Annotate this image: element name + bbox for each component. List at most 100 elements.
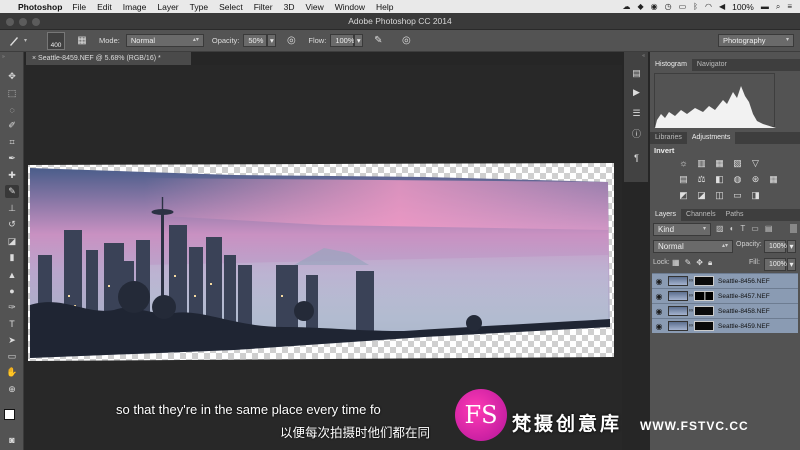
layer-row[interactable]: ◉ ∞ Seattle-8456.NEF — [652, 273, 798, 288]
foreground-color-swatch[interactable] — [4, 409, 15, 420]
tab-histogram[interactable]: Histogram — [650, 59, 692, 71]
wifi-icon[interactable]: ◠ — [705, 2, 712, 11]
canvas-area[interactable] — [24, 65, 622, 450]
menu-view[interactable]: View — [305, 2, 323, 12]
blend-mode-select[interactable]: Normal ▴▾ — [653, 240, 733, 253]
curves-icon[interactable]: ▦ — [714, 158, 725, 168]
app-menu[interactable]: Photoshop — [18, 2, 62, 12]
history-panel-icon[interactable]: ▤ — [630, 67, 643, 79]
posterize-icon[interactable]: ◪ — [696, 190, 707, 200]
layer-mask-thumbnail[interactable] — [694, 306, 714, 316]
zoom-tool-icon[interactable]: ⊕ — [5, 383, 19, 396]
menu-3d[interactable]: 3D — [284, 2, 295, 12]
layer-mask-thumbnail[interactable] — [694, 291, 714, 301]
shape-filter-icon[interactable]: ▭ — [751, 224, 759, 233]
blur-tool-icon[interactable]: ▲ — [5, 268, 19, 281]
search-icon[interactable]: ⌕ — [776, 2, 780, 12]
dodge-tool-icon[interactable]: ● — [5, 284, 19, 297]
clone-stamp-tool-icon[interactable]: ⊥ — [5, 202, 19, 215]
volume-icon[interactable]: ◀ — [719, 2, 725, 11]
time-machine-icon[interactable]: ◷ — [665, 2, 672, 11]
minimize-button[interactable] — [19, 18, 27, 26]
tab-navigator[interactable]: Navigator — [692, 59, 732, 71]
pressure-opacity-icon[interactable]: ◎ — [284, 34, 298, 48]
adjustment-filter-icon[interactable]: ◐ — [730, 224, 735, 233]
brush-tool-icon[interactable]: ✎ — [5, 185, 19, 198]
pixel-filter-icon[interactable]: ▨ — [716, 224, 724, 233]
tab-layers[interactable]: Layers — [650, 209, 682, 221]
menu-filter[interactable]: Filter — [254, 2, 273, 12]
invert-icon[interactable]: ◩ — [678, 190, 689, 200]
mode-select[interactable]: Normal ▴▾ — [125, 34, 204, 47]
info-panel-icon[interactable]: ⓘ — [630, 127, 643, 139]
layer-filter-select[interactable]: Kind ▾ — [653, 223, 711, 236]
eye-icon[interactable]: ◉ — [652, 292, 666, 301]
fill-input[interactable]: 100% — [764, 258, 787, 271]
lock-all-icon[interactable]: 🔒︎ — [708, 258, 712, 268]
hand-tool-icon[interactable]: ✋ — [5, 366, 19, 379]
menu-image[interactable]: Image — [123, 2, 147, 12]
quick-mask-icon[interactable]: ◙ — [5, 433, 19, 446]
black-white-icon[interactable]: ◧ — [714, 174, 725, 184]
brightness-icon[interactable]: ☼ — [678, 158, 689, 168]
menu-type[interactable]: Type — [190, 2, 208, 12]
healing-brush-tool-icon[interactable]: ✚ — [5, 169, 19, 182]
record-icon[interactable]: ◉ — [651, 2, 658, 11]
actions-panel-icon[interactable]: ▶ — [630, 86, 643, 98]
levels-icon[interactable]: ▥ — [696, 158, 707, 168]
brush-size-picker[interactable]: 400 — [47, 31, 66, 50]
lock-image-icon[interactable]: ✎ — [685, 258, 692, 268]
shape-tool-icon[interactable]: ▭ — [5, 350, 19, 363]
marquee-tool-icon[interactable]: ⬚ — [5, 87, 19, 100]
menu-help[interactable]: Help — [376, 2, 393, 12]
layer-opacity-dropdown-icon[interactable]: ▾ — [787, 240, 796, 253]
type-filter-icon[interactable]: T — [740, 224, 745, 233]
vibrance-icon[interactable]: ▽ — [750, 158, 761, 168]
collapse-toolbar-icon[interactable]: » — [2, 54, 5, 60]
lock-position-icon[interactable]: ✥ — [696, 258, 703, 268]
selective-color-icon[interactable]: ◨ — [750, 190, 761, 200]
hue-saturation-icon[interactable]: ▤ — [678, 174, 689, 184]
airbrush-icon[interactable]: ✎ — [371, 34, 385, 48]
tab-paths[interactable]: Paths — [721, 209, 749, 221]
crop-tool-icon[interactable]: ⌗ — [5, 136, 19, 149]
fill-dropdown-icon[interactable]: ▾ — [787, 258, 796, 271]
close-button[interactable] — [6, 18, 14, 26]
tab-adjustments[interactable]: Adjustments — [686, 132, 736, 144]
paragraph-panel-icon[interactable]: ¶ — [630, 152, 643, 164]
lasso-tool-icon[interactable]: ◌ — [5, 103, 19, 116]
cloud-icon[interactable]: ☁ — [622, 2, 630, 11]
gradient-map-icon[interactable]: ▭ — [732, 190, 743, 200]
filter-toggle[interactable] — [790, 224, 797, 233]
exposure-icon[interactable]: ▧ — [732, 158, 743, 168]
move-tool-icon[interactable]: ✥ — [5, 70, 19, 83]
list-icon[interactable]: ≡ — [787, 2, 792, 11]
collapse-dock-icon[interactable]: « — [642, 53, 645, 59]
menu-window[interactable]: Window — [335, 2, 365, 12]
menu-select[interactable]: Select — [219, 2, 243, 12]
tool-preset-chevron-icon[interactable]: ▾ — [24, 37, 27, 44]
menu-layer[interactable]: Layer — [157, 2, 178, 12]
menu-file[interactable]: File — [72, 2, 86, 12]
history-brush-tool-icon[interactable]: ↺ — [5, 218, 19, 231]
smart-object-filter-icon[interactable]: ▤ — [765, 224, 773, 233]
pressure-size-icon[interactable]: ◎ — [399, 34, 413, 48]
bluetooth-icon[interactable]: ᛒ — [693, 2, 698, 11]
gradient-tool-icon[interactable]: ▮ — [5, 251, 19, 264]
document-tab[interactable]: × Seattle-8459.NEF @ 5.68% (RGB/16) * — [26, 52, 191, 65]
eyedropper-tool-icon[interactable]: ✒ — [5, 152, 19, 165]
layer-row[interactable]: ◉ ∞ Seattle-8458.NEF — [652, 303, 798, 318]
flow-input[interactable]: 100% — [330, 34, 355, 47]
opacity-dropdown-icon[interactable]: ▾ — [267, 34, 277, 47]
workspace-switcher[interactable]: Photography ▾ — [718, 34, 794, 47]
threshold-icon[interactable]: ◫ — [714, 190, 725, 200]
layer-mask-thumbnail[interactable] — [694, 321, 714, 331]
color-lookup-icon[interactable]: ▦ — [768, 174, 779, 184]
tab-channels[interactable]: Channels — [681, 209, 721, 221]
layer-mask-thumbnail[interactable] — [694, 276, 714, 286]
eye-icon[interactable]: ◉ — [652, 322, 666, 331]
airplay-icon[interactable]: ▭ — [679, 2, 687, 11]
layer-opacity-input[interactable]: 100% — [764, 240, 787, 253]
channel-mixer-icon[interactable]: ⊛ — [750, 174, 761, 184]
opacity-input[interactable]: 50% — [243, 34, 268, 47]
